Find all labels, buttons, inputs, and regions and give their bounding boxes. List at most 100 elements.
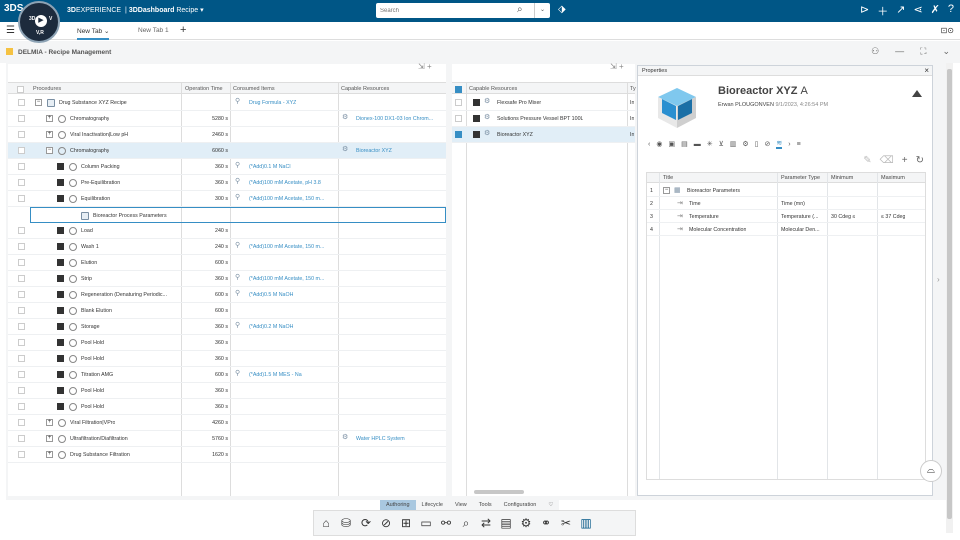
tree-options-icon[interactable]: ⇲: [610, 62, 617, 71]
close-icon[interactable]: ×: [924, 66, 929, 75]
add-icon[interactable]: ＋: [877, 3, 888, 19]
select-all-checkbox[interactable]: [17, 86, 24, 93]
row-checkbox[interactable]: [18, 179, 25, 186]
compass-widget[interactable]: 3D ▶ V V,R: [18, 1, 60, 43]
consumed-item-link[interactable]: (*Add)100 mM Acetate, 150 m...: [249, 196, 324, 202]
parameter-row[interactable]: 1 − ▦ Bioreactor Parameters: [647, 184, 925, 197]
row-checkbox[interactable]: [455, 115, 462, 122]
col-procedures[interactable]: Procedures: [33, 86, 61, 92]
expand-icon[interactable]: +: [46, 115, 53, 122]
expand-icon[interactable]: +: [46, 419, 53, 426]
next-icon[interactable]: ›: [788, 141, 790, 148]
leaf-marker-icon[interactable]: [57, 371, 64, 378]
row-checkbox[interactable]: [18, 323, 25, 330]
image-icon[interactable]: ▤: [681, 140, 688, 148]
tab-authoring[interactable]: Authoring: [380, 500, 416, 510]
row-checkbox[interactable]: [18, 163, 25, 170]
panel-icon[interactable]: ▥: [578, 516, 594, 530]
swap-icon[interactable]: ⇄: [478, 516, 494, 530]
edit-icon[interactable]: ✎: [863, 155, 871, 166]
leaf-marker-icon[interactable]: [57, 275, 64, 282]
leaf-marker-icon[interactable]: [57, 291, 64, 298]
user-icon[interactable]: ⚇: [871, 46, 879, 57]
row-checkbox[interactable]: [18, 195, 25, 202]
consumed-item-link[interactable]: (*Add)0.2 M NaOH: [249, 324, 293, 330]
document-icon[interactable]: ▯: [755, 140, 759, 148]
link-icon[interactable]: ⚯: [438, 516, 454, 530]
v-scrollbar[interactable]: [946, 63, 953, 533]
consumed-item-link[interactable]: (*Add)0.5 M NaOH: [249, 292, 293, 298]
expand-icon[interactable]: +: [46, 131, 53, 138]
procedure-row[interactable]: Strip 360 s ⚲ (*Add)100 mM Acetate, 150 m..…: [8, 271, 446, 287]
collapse-icon[interactable]: [912, 90, 922, 97]
row-checkbox[interactable]: [18, 275, 25, 282]
parameters-icon[interactable]: ≋: [776, 139, 783, 149]
add-tab-icon[interactable]: +: [180, 24, 186, 36]
col-capable-resources[interactable]: Capable Resources: [469, 86, 517, 92]
leaf-marker-icon[interactable]: [57, 195, 64, 202]
network-icon[interactable]: ⋖: [913, 3, 922, 19]
eye-icon[interactable]: ◉: [656, 140, 662, 148]
search-scope-dropdown[interactable]: ⌄: [534, 3, 550, 18]
maximize-icon[interactable]: ⛶: [920, 46, 926, 57]
add-icon[interactable]: +: [427, 62, 432, 71]
col-capable-resources[interactable]: Capable Resources: [341, 86, 389, 92]
brand-context-dropdown[interactable]: Recipe ▾: [176, 7, 203, 14]
play-icon[interactable]: ▶: [35, 15, 47, 27]
tag-icon[interactable]: ⬗: [558, 4, 566, 15]
attachment-icon[interactable]: ⊘: [764, 140, 770, 148]
col-minimum[interactable]: Minimum: [831, 175, 853, 181]
procedure-row[interactable]: + Viral Filtration|VPro 4260 s: [8, 415, 446, 431]
tab-new-tab[interactable]: New Tab ⌄: [77, 27, 110, 40]
procedure-row[interactable]: + Viral Inactivation|Low pH 2460 s: [8, 127, 446, 143]
procedure-row[interactable]: + Chromatography 5280 s ⚙ Dionex-100 DX1-03 …: [8, 111, 446, 127]
resource-row[interactable]: ⚙ Bioreactor XYZ In: [452, 127, 635, 143]
collapse-icon[interactable]: −: [35, 99, 42, 106]
resources-icon[interactable]: ⚙: [518, 516, 534, 530]
row-checkbox[interactable]: [18, 419, 25, 426]
side-collapse[interactable]: ›: [935, 65, 945, 496]
bookmark-icon[interactable]: ⊳: [860, 3, 869, 19]
leaf-marker-icon[interactable]: [473, 131, 480, 138]
row-checkbox[interactable]: [18, 147, 25, 154]
tools-icon[interactable]: ✗: [931, 3, 940, 19]
tree-options-icon[interactable]: ⇲: [418, 62, 425, 71]
consumed-item-link[interactable]: (*Add)100 mM Acetate, 150 m...: [249, 276, 324, 282]
add-icon[interactable]: +: [619, 62, 624, 71]
gear-icon[interactable]: ⚙: [742, 140, 748, 148]
procedure-row[interactable]: Pool Hold 360 s: [8, 351, 446, 367]
tools-icon[interactable]: ✂: [558, 516, 574, 530]
leaf-marker-icon[interactable]: [473, 99, 480, 106]
capable-resource-link[interactable]: Water HPLC System: [356, 436, 405, 442]
consumed-item-link[interactable]: (*Add)100 mM Acetate, 150 m...: [249, 244, 324, 250]
connect-icon[interactable]: ⚭: [538, 516, 554, 530]
h-scrollbar[interactable]: [474, 490, 524, 494]
procedure-row[interactable]: Wash 1 240 s ⚲ (*Add)100 mM Acetate, 150 m.…: [8, 239, 446, 255]
search-input[interactable]: [380, 5, 510, 16]
col-type[interactable]: Ty: [630, 86, 636, 92]
procedure-row[interactable]: Bioreactor Process Parameters: [30, 207, 446, 223]
template-icon[interactable]: ▭: [418, 516, 434, 530]
comment-icon[interactable]: ▬: [694, 141, 701, 148]
leaf-marker-icon[interactable]: [57, 179, 64, 186]
home-icon[interactable]: ⌂: [318, 516, 334, 530]
row-checkbox[interactable]: [455, 99, 462, 106]
leaf-marker-icon[interactable]: [57, 243, 64, 250]
row-checkbox[interactable]: [455, 131, 462, 138]
col-title[interactable]: Title: [663, 175, 673, 181]
refresh-icon[interactable]: ↻: [916, 155, 924, 166]
procedure-row[interactable]: Column Packing 360 s ⚲ (*Add)0.1 M NaCl: [8, 159, 446, 175]
row-checkbox[interactable]: [18, 291, 25, 298]
hide-icon[interactable]: ⊘: [378, 516, 394, 530]
chevron-down-icon[interactable]: ⌄: [942, 46, 950, 57]
tab-lifecycle[interactable]: Lifecycle: [415, 500, 449, 510]
tab-view[interactable]: View: [448, 500, 473, 510]
leaf-marker-icon[interactable]: [57, 403, 64, 410]
leaf-marker-icon[interactable]: [57, 307, 64, 314]
procedure-row[interactable]: + Drug Substance Filtration 1620 s: [8, 447, 446, 463]
procedure-row[interactable]: Equilibration 300 s ⚲ (*Add)100 mM Acetate,…: [8, 191, 446, 207]
procedure-row[interactable]: + Ultrafiltration/Diafiltration 5760 s ⚙ Wat…: [8, 431, 446, 447]
row-checkbox[interactable]: [18, 131, 25, 138]
menu-icon[interactable]: ☰: [6, 25, 15, 36]
chevron-down-icon[interactable]: ⌄: [104, 28, 109, 35]
